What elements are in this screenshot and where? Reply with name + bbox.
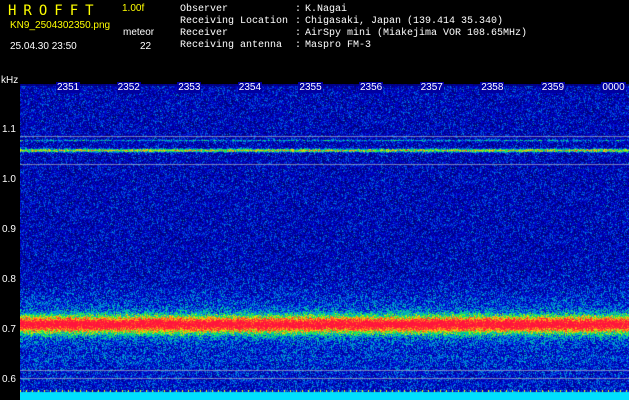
info-label: Receiving Location	[180, 16, 289, 27]
y-tick-label: 0.8	[2, 274, 16, 285]
info-receiver: Receiver: AirSpy mini (Miakejima VOR 108.…	[180, 28, 527, 39]
x-tick-label: 2356	[359, 82, 384, 93]
header-panel: HROFFT 1.00f KN9_2504302350.png meteor 2…	[0, 0, 629, 74]
info-separator: :	[295, 16, 302, 27]
y-tick-label: 0.7	[2, 324, 16, 335]
version-label: 1.00f	[122, 3, 145, 14]
x-tick-label: 2359	[540, 82, 566, 93]
info-observer: Observer: K.Nagai	[180, 4, 347, 15]
y-tick-label: 0.9	[2, 224, 16, 235]
info-label: Observer	[180, 4, 229, 15]
info-separator: :	[295, 4, 302, 15]
x-tick-label: 2357	[419, 82, 444, 93]
app-title: HROFFT	[8, 3, 101, 19]
x-tick-label: 0000	[601, 82, 626, 93]
info-antenna: Receiving antenna: Maspro FM-3	[180, 40, 371, 51]
info-separator: :	[295, 28, 302, 39]
info-location: Receiving Location: Chigasaki, Japan (139…	[180, 16, 503, 27]
x-tick-label: 2352	[116, 82, 141, 93]
datetime-label: 25.04.30 23:50	[10, 41, 77, 52]
info-label: Receiving antenna	[180, 40, 283, 51]
y-axis-unit: kHz	[1, 75, 19, 86]
info-label: Receiver	[180, 28, 229, 39]
y-tick-label: 1.1	[2, 124, 16, 135]
x-tick-label: 2351	[56, 82, 81, 93]
y-tick-label: 0.6	[2, 374, 16, 385]
meteor-label: meteor	[123, 27, 155, 38]
info-value: K.Nagai	[305, 4, 348, 15]
info-value: Maspro FM-3	[305, 40, 372, 51]
spectrogram-canvas[interactable]	[20, 84, 629, 400]
y-tick-label: 1.0	[2, 174, 16, 185]
x-tick-label: 2355	[298, 82, 323, 93]
waterfall-plot[interactable]	[20, 84, 629, 400]
info-value: Chigasaki, Japan (139.414 35.340)	[305, 16, 504, 27]
x-tick-label: 2354	[237, 82, 263, 93]
filename-label: KN9_2504302350.png	[10, 20, 111, 31]
info-separator: :	[295, 40, 302, 51]
info-value: AirSpy mini (Miakejima VOR 108.65MHz)	[305, 28, 528, 39]
meteor-count: 22	[140, 41, 152, 52]
x-tick-label: 2353	[177, 82, 202, 93]
x-tick-label: 2358	[480, 82, 505, 93]
